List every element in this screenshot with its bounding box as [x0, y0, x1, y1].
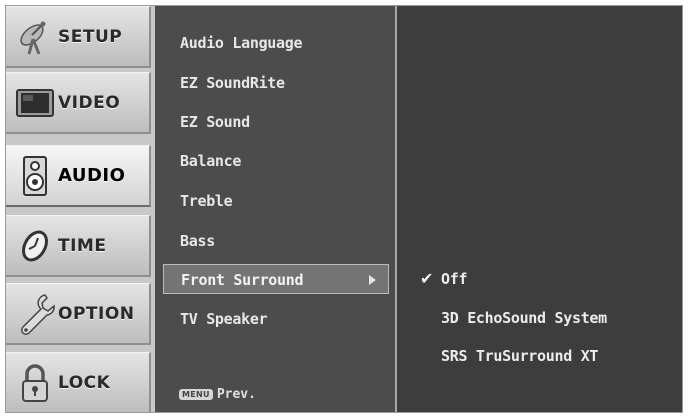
menu-item-bass[interactable]: Bass — [163, 226, 389, 256]
tab-label: AUDIO — [58, 165, 126, 186]
osd-window: SETUP VIDEO AUDIO TIME OPTION LOCK Audio… — [5, 5, 683, 413]
tab-lock[interactable]: LOCK — [6, 352, 151, 412]
menu-item-ez-sound[interactable]: EZ Sound — [163, 107, 389, 137]
front-surround-submenu: ✔ Off 3D EchoSound System SRS TruSurroun… — [397, 6, 682, 412]
wrench-icon — [12, 292, 58, 336]
tab-label: VIDEO — [58, 92, 121, 113]
tab-label: LOCK — [58, 372, 111, 393]
tab-time[interactable]: TIME — [6, 215, 151, 277]
audio-menu: Audio Language EZ SoundRite EZ Sound Bal… — [155, 6, 397, 412]
menu-item-tv-speaker[interactable]: TV Speaker — [163, 304, 389, 334]
menu-item-treble[interactable]: Treble — [163, 186, 389, 216]
tv-screen-icon — [12, 81, 58, 125]
option-off[interactable]: Off — [441, 270, 468, 288]
prev-hint[interactable]: MENU Prev. — [179, 387, 256, 402]
tab-label: TIME — [58, 235, 107, 256]
tab-setup[interactable]: SETUP — [6, 6, 151, 68]
clock-icon — [12, 224, 58, 268]
speaker-icon — [12, 154, 58, 198]
menu-item-front-surround[interactable]: Front Surround — [163, 264, 389, 294]
menu-key-icon: MENU — [179, 389, 213, 400]
option-3d-echosound-system[interactable]: 3D EchoSound System — [441, 309, 607, 327]
satellite-dish-icon — [12, 15, 58, 59]
tab-audio[interactable]: AUDIO — [6, 145, 151, 207]
padlock-icon — [12, 361, 58, 405]
tab-video[interactable]: VIDEO — [6, 72, 151, 134]
tab-label: SETUP — [58, 26, 123, 47]
prev-label: Prev. — [216, 387, 256, 402]
menu-item-label: Front Surround — [181, 271, 304, 289]
option-srs-trusurround-xt[interactable]: SRS TruSurround XT — [441, 347, 598, 365]
menu-item-balance[interactable]: Balance — [163, 146, 389, 176]
submenu-arrow-icon — [369, 275, 376, 285]
category-tabs: SETUP VIDEO AUDIO TIME OPTION LOCK — [6, 6, 155, 412]
menu-item-audio-language[interactable]: Audio Language — [163, 28, 389, 58]
menu-item-ez-soundrite[interactable]: EZ SoundRite — [163, 68, 389, 98]
checkmark-icon: ✔ — [420, 269, 434, 288]
tab-label: OPTION — [58, 303, 135, 324]
tab-option[interactable]: OPTION — [6, 283, 151, 345]
